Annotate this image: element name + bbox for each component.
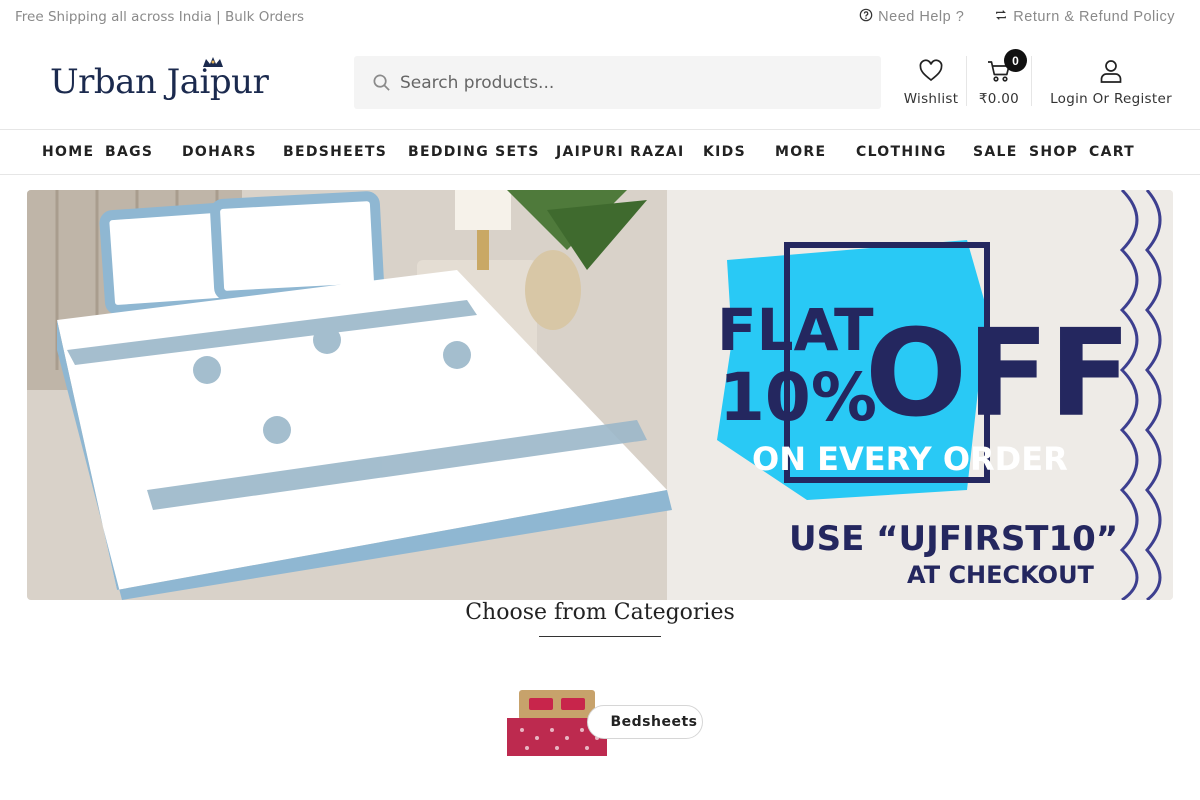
banner-percent-text: 10% — [719, 359, 877, 436]
nav-more[interactable]: MORE — [775, 144, 826, 160]
nav-shop[interactable]: SHOP — [1029, 144, 1078, 160]
search-bar — [354, 56, 881, 109]
banner-code-text: USE “UJFIRST10” — [789, 519, 1118, 559]
refresh-icon — [994, 8, 1008, 26]
top-links: Need Help ? Return & Refund Policy — [859, 8, 1175, 26]
account-label: Login Or Register — [1050, 91, 1172, 107]
nav-kids[interactable]: KIDS — [703, 144, 746, 160]
search-icon[interactable] — [372, 73, 391, 92]
wishlist-label: Wishlist — [903, 91, 959, 107]
promo-text: Free Shipping all across India | Bulk Or… — [15, 9, 305, 25]
banner-checkout-text: AT CHECKOUT — [907, 561, 1095, 589]
need-help-label: Need Help ? — [878, 9, 965, 25]
category-label-bedsheets: Bedsheets — [587, 705, 703, 739]
search-input[interactable] — [354, 56, 881, 109]
user-icon — [1100, 60, 1122, 83]
hero-banner[interactable]: FLAT 10% OFF ON EVERY ORDER USE “UJFIRST… — [27, 190, 1173, 600]
cart-total: ₹0.00 — [978, 91, 1020, 107]
login-register-button[interactable]: Login Or Register — [1040, 56, 1182, 107]
main-nav: HOME BAGS DOHARS BEDSHEETS BEDDING SETS … — [0, 130, 1200, 175]
banner-artwork: FLAT 10% OFF ON EVERY ORDER USE “UJFIRST… — [27, 190, 1173, 600]
help-icon — [859, 8, 873, 26]
heading-underline — [539, 636, 661, 637]
heart-icon — [919, 59, 943, 82]
nav-dohars[interactable]: DOHARS — [182, 144, 257, 160]
nav-cart[interactable]: CART — [1089, 144, 1135, 160]
nav-sale[interactable]: SALE — [973, 144, 1018, 160]
banner-flat-text: FLAT — [717, 296, 874, 364]
nav-clothing[interactable]: CLOTHING — [856, 144, 947, 160]
nav-bags[interactable]: BAGS — [105, 144, 153, 160]
need-help-link[interactable]: Need Help ? — [859, 8, 964, 26]
top-bar: Free Shipping all across India | Bulk Or… — [0, 0, 1200, 34]
nav-jaipuri-razai[interactable]: JAIPURI RAZAI — [556, 144, 684, 160]
category-card-bedsheets[interactable]: Bedsheets — [507, 690, 707, 758]
banner-order-text: ON EVERY ORDER — [752, 440, 1068, 478]
return-policy-label: Return & Refund Policy — [1013, 9, 1175, 25]
nav-home[interactable]: HOME — [42, 144, 94, 160]
wishlist-button[interactable]: Wishlist — [900, 56, 962, 107]
nav-bedding-sets[interactable]: BEDDING SETS — [408, 144, 540, 160]
categories-heading: Choose from Categories — [465, 600, 735, 625]
logo[interactable]: Urban Jaipur — [50, 56, 269, 108]
site-header: Urban Jaipur Wishlist 0 ₹0.00 Login Or R… — [0, 34, 1200, 130]
logo-text: Urban Jaipur — [50, 62, 269, 102]
banner-off-text: OFF — [865, 305, 1131, 444]
cart-button[interactable]: 0 ₹0.00 — [966, 49, 1032, 107]
return-policy-link[interactable]: Return & Refund Policy — [994, 8, 1175, 26]
nav-bedsheets[interactable]: BEDSHEETS — [283, 144, 387, 160]
cart-count-badge: 0 — [1004, 49, 1027, 72]
